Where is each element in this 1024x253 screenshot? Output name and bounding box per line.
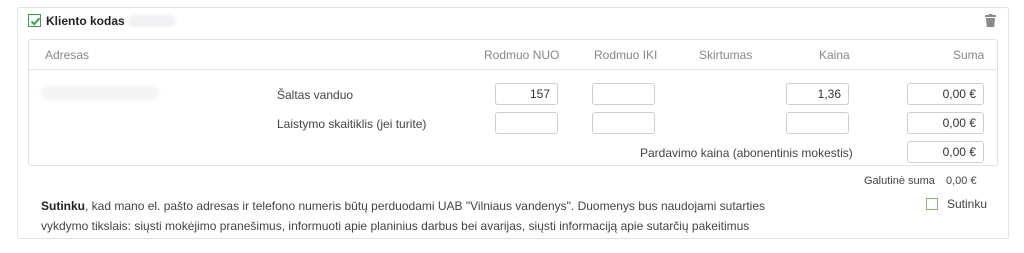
consent-text: Sutinku, kad mano el. pašto adresas ir t… <box>41 196 841 236</box>
price-input-irrigation[interactable] <box>786 112 849 134</box>
header-to: Rodmuo IKI <box>594 48 658 62</box>
consent-line2: vykdymo tikslais: siųsti mokėjimo praneš… <box>41 219 750 233</box>
redacted-address <box>41 86 159 100</box>
consent-checkbox-label[interactable]: Sutinku <box>947 197 987 211</box>
consent-checkbox[interactable] <box>926 198 938 210</box>
total-label: Galutinė suma <box>864 175 935 187</box>
to-input-irrigation[interactable] <box>592 112 655 134</box>
consent-line1: , kad mano el. pašto adresas ir telefono… <box>85 199 766 213</box>
price-input-cold-water[interactable]: 1,36 <box>786 83 849 105</box>
redacted-client-code <box>128 15 176 27</box>
header-address: Adresas <box>45 48 90 62</box>
header-from: Rodmuo NUO <box>484 48 560 62</box>
row-label-irrigation: Laistymo skaitiklis (jei turite) <box>277 117 427 131</box>
header-diff: Skirtumas <box>699 48 753 62</box>
client-panel: Kliento kodas Adresas Rodmuo NUO Rodmuo … <box>17 7 1009 239</box>
sum-field-irrigation: 0,00 € <box>907 112 984 134</box>
readings-table: Adresas Rodmuo NUO Rodmuo IKI Skirtumas … <box>28 39 998 166</box>
total-value: 0,00 € <box>946 175 977 187</box>
client-checkbox[interactable] <box>28 14 41 27</box>
consent-bold: Sutinku <box>41 199 85 213</box>
sale-price-label: Pardavimo kaina (abonentinis mokestis) <box>640 146 853 160</box>
row-label-cold-water: Šaltas vanduo <box>277 88 354 102</box>
from-input-irrigation[interactable] <box>495 112 558 134</box>
sum-field-cold-water: 0,00 € <box>907 83 984 105</box>
table-header: Adresas Rodmuo NUO Rodmuo IKI Skirtumas … <box>29 40 997 70</box>
header-sum: Suma <box>953 48 985 62</box>
check-icon <box>30 17 41 26</box>
header-price: Kaina <box>819 48 850 62</box>
sale-price-field: 0,00 € <box>907 141 984 163</box>
to-input-cold-water[interactable] <box>592 83 655 105</box>
from-input-cold-water[interactable]: 157 <box>495 83 558 105</box>
trash-icon[interactable] <box>985 14 996 30</box>
section-title: Kliento kodas <box>46 14 125 28</box>
